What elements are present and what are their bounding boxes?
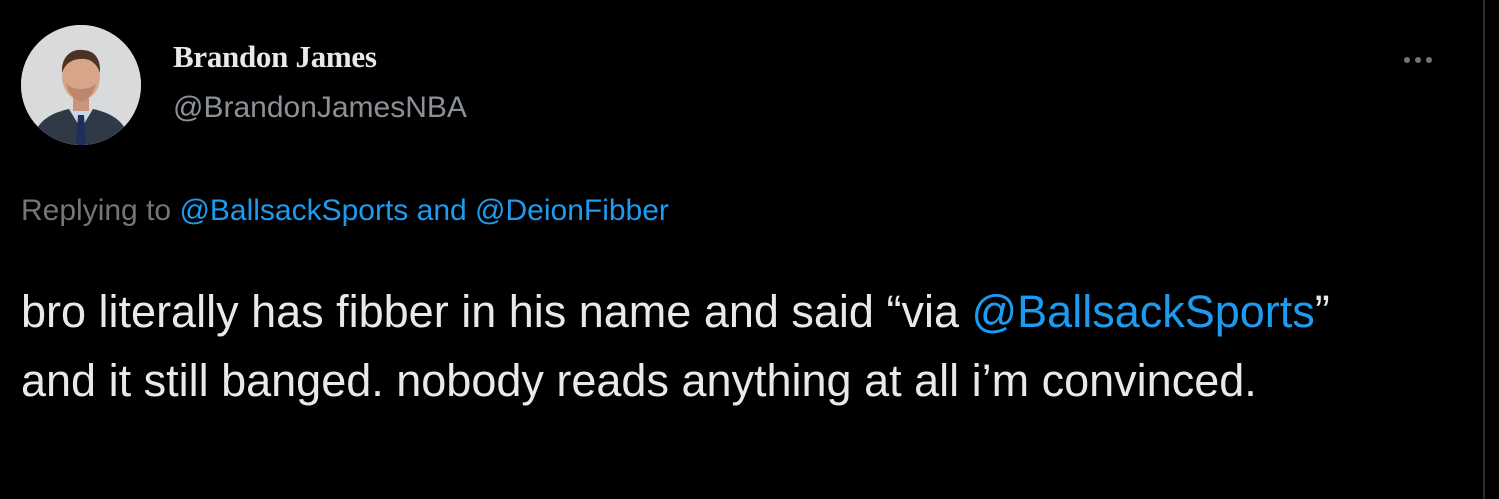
replying-to-label: Replying to <box>21 194 180 227</box>
more-options-button[interactable] <box>1390 42 1446 78</box>
mention-joiner: and <box>408 194 476 227</box>
more-options-icon <box>1415 57 1421 63</box>
replying-to-line: Replying to @BallsackSports and @DeionFi… <box>21 194 669 228</box>
mention-link-ballsacksports[interactable]: @BallsackSports <box>179 194 408 227</box>
profile-photo-icon <box>21 25 141 145</box>
tweet-text-part: bro literally has fibber in his name and… <box>21 286 972 337</box>
tweet-text: bro literally has fibber in his name and… <box>21 277 1401 415</box>
tweet-mention-link[interactable]: @BallsackSports <box>971 286 1314 337</box>
mention-link-deionfibber[interactable]: @DeionFibber <box>475 194 669 227</box>
more-options-icon <box>1404 57 1410 63</box>
avatar[interactable] <box>21 25 141 145</box>
username-handle[interactable]: @BrandonJamesNBA <box>173 91 467 125</box>
tweet-card: Brandon James @BrandonJamesNBA Replying … <box>0 0 1499 499</box>
more-options-icon <box>1426 57 1432 63</box>
display-name[interactable]: Brandon James <box>173 39 377 75</box>
divider <box>1483 0 1485 499</box>
